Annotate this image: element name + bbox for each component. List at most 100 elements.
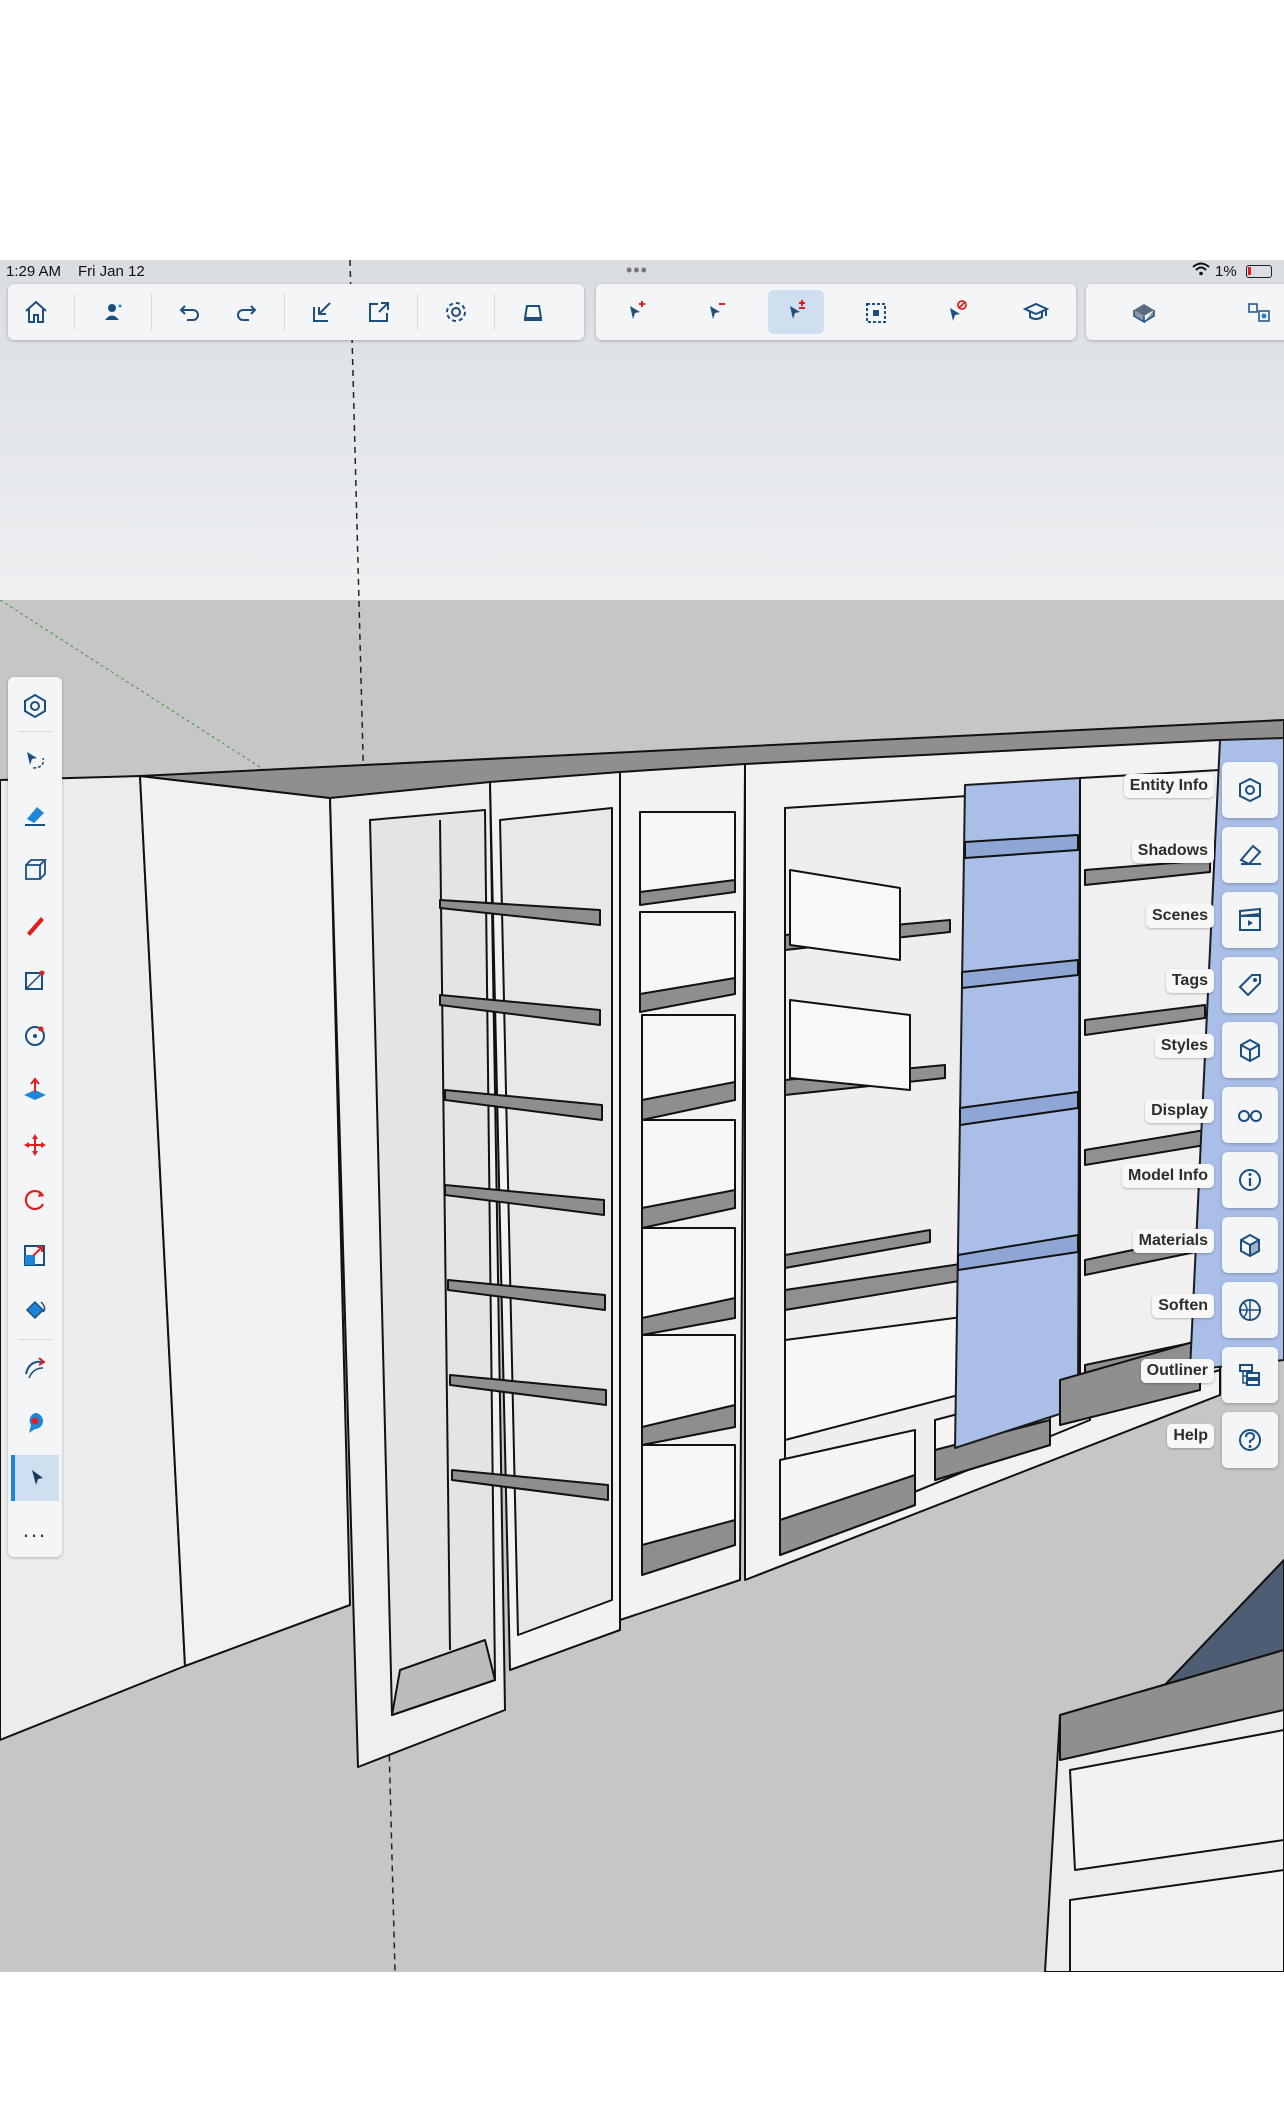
toolbar-divider bbox=[284, 294, 285, 330]
rotate-icon bbox=[24, 1189, 44, 1211]
rectangle-icon bbox=[25, 970, 45, 990]
panel-entity-info[interactable]: Entity Info bbox=[1120, 762, 1284, 818]
help-button[interactable] bbox=[1222, 1412, 1278, 1468]
panel-label-model-info[interactable]: Model Info bbox=[1122, 1164, 1214, 1188]
push-pull-tool[interactable] bbox=[11, 1067, 59, 1113]
undo-button[interactable] bbox=[162, 290, 218, 334]
panel-label-soften[interactable]: Soften bbox=[1152, 1294, 1214, 1318]
home-icon bbox=[25, 300, 47, 323]
panel-label-styles[interactable]: Styles bbox=[1154, 1034, 1214, 1058]
redo-button[interactable] bbox=[218, 290, 274, 334]
panel-display[interactable]: Display bbox=[1120, 1087, 1284, 1143]
glasses-icon bbox=[1238, 1110, 1262, 1122]
panel-materials[interactable]: Materials bbox=[1120, 1217, 1284, 1273]
make-component-button[interactable] bbox=[1231, 290, 1284, 334]
ellipsis-icon: ... bbox=[22, 1517, 48, 1542]
rotate-tool[interactable] bbox=[11, 1177, 59, 1223]
panel-label-entity-info[interactable]: Entity Info bbox=[1123, 774, 1214, 798]
styles-button[interactable] bbox=[1222, 1022, 1278, 1078]
tool-divider bbox=[18, 731, 52, 732]
scale-tool[interactable] bbox=[11, 1232, 59, 1278]
make-group-button[interactable] bbox=[1116, 290, 1172, 334]
tape-measure-tool[interactable] bbox=[11, 1400, 59, 1446]
tags-button[interactable] bbox=[1222, 957, 1278, 1013]
select-none-button[interactable] bbox=[928, 290, 984, 334]
select-add-button[interactable] bbox=[608, 290, 664, 334]
panel-label-materials[interactable]: Materials bbox=[1132, 1229, 1214, 1253]
export-button[interactable] bbox=[351, 290, 407, 334]
orbit-tool[interactable] bbox=[11, 1345, 59, 1391]
hexagon-icon bbox=[24, 693, 46, 719]
panel-tags[interactable]: Tags bbox=[1120, 957, 1284, 1013]
select-toggle-button[interactable] bbox=[768, 290, 824, 334]
panel-model-info[interactable]: Model Info bbox=[1120, 1152, 1284, 1208]
battery-icon bbox=[1246, 265, 1272, 278]
model-viewport[interactable] bbox=[0, 260, 1284, 1972]
circle-icon bbox=[25, 1026, 45, 1046]
select-subtract-button[interactable] bbox=[688, 290, 744, 334]
paint-bucket-tool[interactable] bbox=[11, 1287, 59, 1333]
select-add-icon bbox=[630, 301, 645, 319]
materials-icon bbox=[1240, 1233, 1260, 1258]
soften-icon bbox=[1239, 1299, 1261, 1321]
panel-outliner[interactable]: Outliner bbox=[1120, 1347, 1284, 1403]
multitasking-handle[interactable]: ••• bbox=[626, 260, 648, 281]
lasso-select-tool[interactable] bbox=[11, 737, 59, 783]
shadows-button[interactable] bbox=[1222, 827, 1278, 883]
search-3d-warehouse-tool[interactable] bbox=[11, 683, 59, 729]
soften-button[interactable] bbox=[1222, 1282, 1278, 1338]
model-info-button[interactable] bbox=[1222, 1152, 1278, 1208]
panel-styles[interactable]: Styles bbox=[1120, 1022, 1284, 1078]
panel-help[interactable]: Help bbox=[1120, 1412, 1284, 1468]
help-icon bbox=[1239, 1429, 1261, 1451]
panel-label-scenes[interactable]: Scenes bbox=[1145, 904, 1214, 928]
home-button[interactable] bbox=[8, 290, 64, 334]
select-all-button[interactable] bbox=[848, 290, 904, 334]
line-tool[interactable] bbox=[11, 902, 59, 948]
panel-label-shadows[interactable]: Shadows bbox=[1131, 839, 1214, 863]
ar-viewer-icon bbox=[523, 305, 543, 321]
select-tool[interactable] bbox=[11, 1455, 59, 1501]
settings-button[interactable] bbox=[428, 290, 484, 334]
battery-percent: 1% bbox=[1215, 263, 1237, 280]
status-time: 1:29 AM bbox=[6, 263, 62, 280]
select-none-icon bbox=[950, 300, 967, 321]
undo-icon bbox=[179, 305, 199, 321]
rectangle-tool[interactable] bbox=[11, 957, 59, 1003]
toolbar-divider bbox=[74, 294, 75, 330]
group-icon bbox=[1132, 304, 1155, 324]
move-tool[interactable] bbox=[11, 1122, 59, 1168]
move-icon bbox=[24, 1134, 46, 1156]
shadows-icon bbox=[1239, 844, 1262, 866]
scenes-button[interactable] bbox=[1222, 892, 1278, 948]
panel-label-tags[interactable]: Tags bbox=[1165, 969, 1214, 993]
account-button[interactable] bbox=[85, 290, 141, 334]
export-icon bbox=[369, 302, 389, 322]
tape-measure-icon bbox=[29, 1413, 43, 1433]
import-button[interactable] bbox=[295, 290, 351, 334]
more-tools[interactable]: ... bbox=[11, 1507, 59, 1553]
entity-info-button[interactable] bbox=[1222, 762, 1278, 818]
sketchup-app-window: 1:29 AM Fri Jan 12 ••• 1% ... Entity Inf… bbox=[0, 260, 1284, 1972]
panel-shadows[interactable]: Shadows bbox=[1120, 827, 1284, 883]
panel-scenes[interactable]: Scenes bbox=[1120, 892, 1284, 948]
eraser-tool[interactable] bbox=[11, 792, 59, 838]
import-icon bbox=[313, 302, 331, 322]
scale-icon bbox=[24, 1245, 45, 1266]
user-icon bbox=[105, 304, 122, 320]
outliner-button[interactable] bbox=[1222, 1347, 1278, 1403]
ar-button[interactable] bbox=[505, 290, 561, 334]
panel-label-outliner[interactable]: Outliner bbox=[1140, 1359, 1214, 1383]
orbit-icon bbox=[25, 1357, 46, 1379]
materials-button[interactable] bbox=[1222, 1217, 1278, 1273]
instructor-button[interactable] bbox=[1008, 290, 1064, 334]
panel-label-display[interactable]: Display bbox=[1145, 1099, 1214, 1123]
view-tool[interactable] bbox=[11, 847, 59, 893]
select-subtract-icon bbox=[710, 303, 725, 319]
panel-soften[interactable]: Soften bbox=[1120, 1282, 1284, 1338]
select-toggle-icon bbox=[790, 300, 805, 319]
panel-label-help[interactable]: Help bbox=[1167, 1424, 1214, 1448]
graduation-cap-icon bbox=[1022, 302, 1050, 320]
circle-tool[interactable] bbox=[11, 1012, 59, 1058]
display-button[interactable] bbox=[1222, 1087, 1278, 1143]
